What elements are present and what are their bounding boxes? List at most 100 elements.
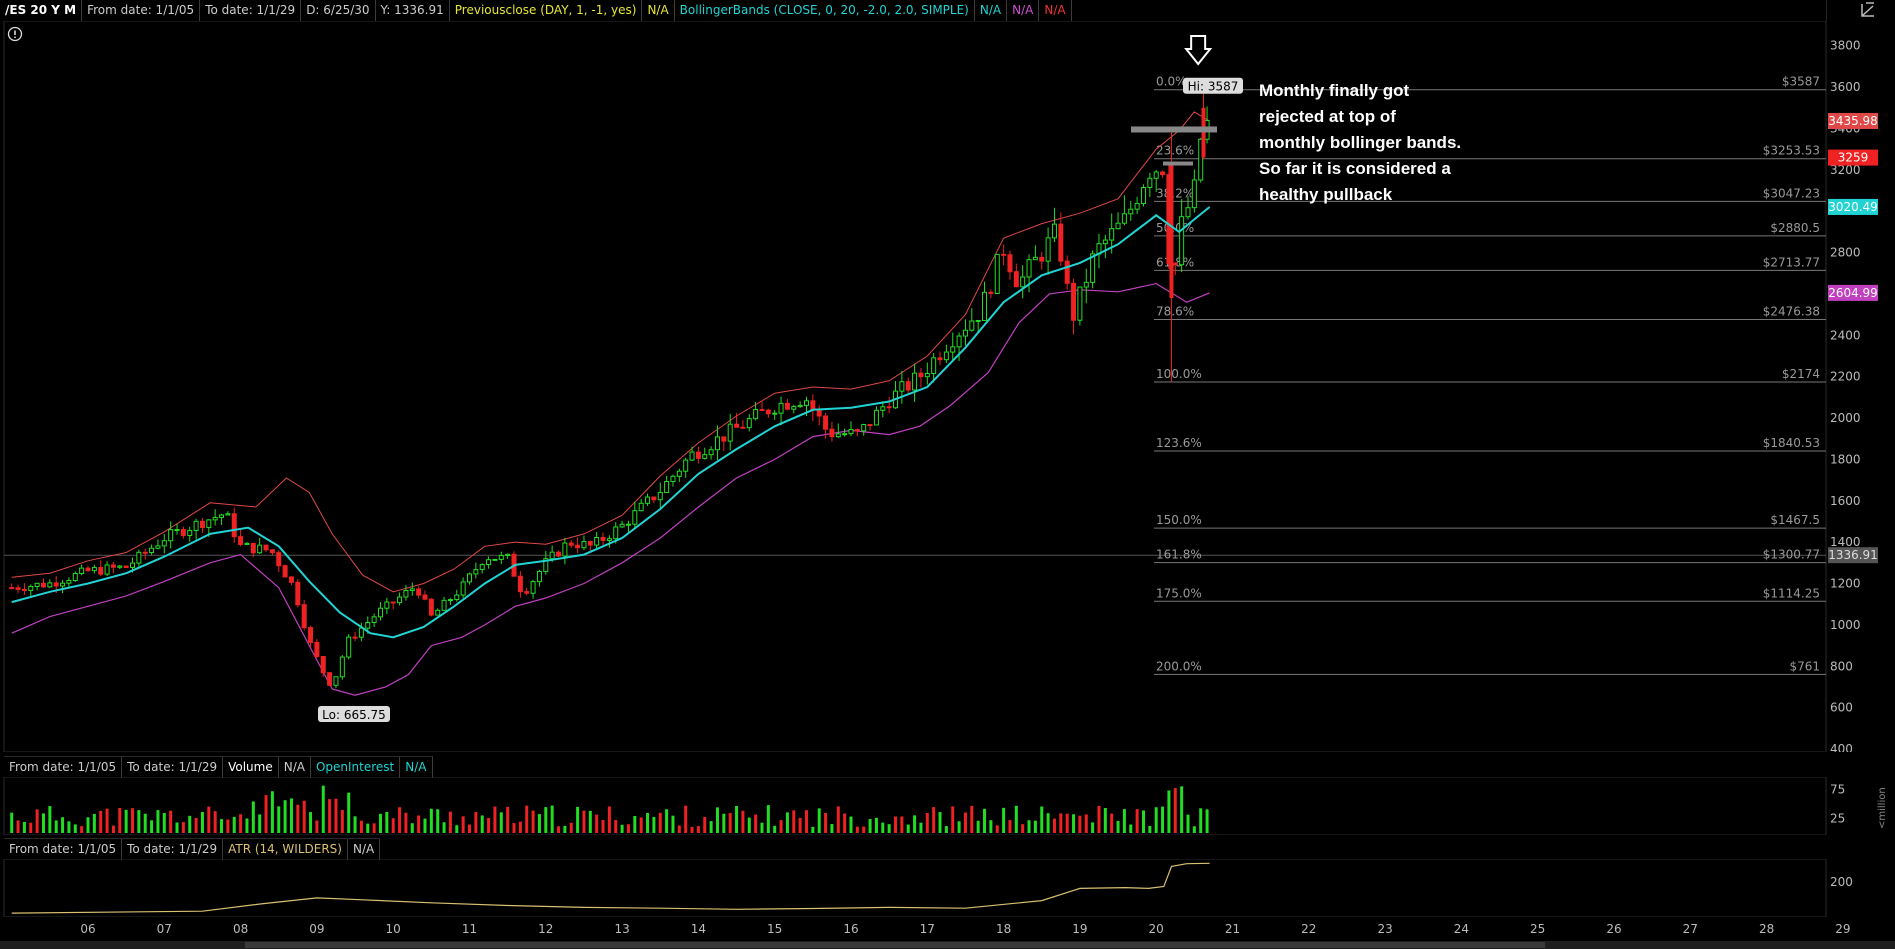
candle-body (263, 544, 269, 551)
fib-price-label: $1300.77 (1763, 548, 1820, 562)
volume-bar (1065, 813, 1069, 833)
fib-pct-label: 100.0% (1156, 367, 1202, 381)
volume-bar (779, 820, 783, 833)
volume-bar (99, 810, 103, 833)
price-tag: 3020.49 (1828, 200, 1878, 214)
candle-body (130, 562, 136, 568)
candle-body (708, 449, 714, 456)
volume-bar (983, 808, 987, 833)
x-tick-label: 28 (1759, 922, 1774, 936)
drawing-marker (1131, 126, 1217, 133)
price-chart[interactable]: 400 600 800 1000 1200 1400 1600 1800 2000 2200 240… (0, 21, 1895, 752)
y-tick-label: 600 (1830, 701, 1853, 715)
volume-bar (970, 805, 974, 833)
volume-bar (957, 821, 961, 833)
openinterest-study-label[interactable]: OpenInterest (311, 757, 401, 778)
volume-bar (124, 809, 128, 833)
candle-body (1039, 256, 1045, 262)
volume-bar (760, 822, 764, 833)
atr-study-label[interactable]: ATR (14, WILDERS) (223, 839, 348, 860)
candle-body (918, 372, 924, 378)
volume-bar (92, 813, 96, 833)
volume-to-date: To date: 1/1/29 (122, 757, 224, 778)
candle-body (53, 582, 59, 587)
candle-body (1185, 207, 1191, 218)
bollinger-value-2: N/A (1007, 0, 1040, 21)
x-tick-label: 11 (462, 922, 477, 936)
volume-bar (1059, 813, 1063, 833)
scrollbar-thumb[interactable] (245, 942, 1545, 948)
atr-plot-border (3, 859, 1827, 917)
volume-bar (1205, 809, 1209, 833)
candle-body (1007, 254, 1013, 273)
volume-bar (557, 826, 561, 833)
symbol-label[interactable]: /ES 20 Y M (0, 0, 83, 21)
volume-bar (792, 810, 796, 833)
volume-bar (836, 806, 840, 833)
volume-bar (963, 812, 967, 833)
atr-chart[interactable]: 200 (0, 859, 1895, 917)
volume-bar (41, 813, 45, 833)
prevclose-study-label[interactable]: Previousclose (DAY, 1, -1, yes) (450, 0, 643, 21)
volume-bar (868, 819, 872, 833)
volume-bar (1186, 814, 1190, 833)
candle-body (1045, 237, 1051, 262)
candle-body (575, 544, 581, 549)
volume-bar (232, 816, 236, 833)
volume-bar (938, 812, 942, 833)
candle-body (486, 559, 492, 566)
candle-body (1179, 216, 1185, 266)
candle-body (931, 357, 937, 374)
volume-bar (722, 813, 726, 833)
bollinger-study-label[interactable]: BollingerBands (CLOSE, 0, 20, -2.0, 2.0,… (675, 0, 975, 21)
volume-study-label[interactable]: Volume (223, 757, 279, 778)
candle-body (308, 627, 314, 643)
chart-settings-icon[interactable] (1826, 0, 1895, 21)
candle-body (880, 406, 886, 411)
volume-bar (353, 816, 357, 833)
candle-body (288, 576, 294, 583)
volume-bar (582, 810, 586, 833)
volume-bar (544, 807, 548, 833)
volume-bar (658, 812, 662, 833)
candle-body (390, 601, 396, 604)
volume-bar (10, 812, 14, 833)
volume-chart[interactable]: 25 75 <million (0, 777, 1895, 835)
candle-body (727, 423, 733, 442)
volume-bar (747, 817, 751, 833)
candle-body (377, 607, 383, 618)
x-tick-label: 13 (614, 922, 629, 936)
hi-label: Hi: 3587 (1188, 80, 1239, 94)
candle-body (899, 381, 905, 392)
bollinger-value-1: N/A (975, 0, 1008, 21)
volume-bar (531, 810, 535, 833)
volume-bar (200, 811, 204, 833)
x-tick-label: 26 (1606, 922, 1621, 936)
candle-body (498, 554, 504, 560)
volume-bar (741, 810, 745, 833)
candle-body (994, 253, 1000, 294)
annotation-line: Monthly finally got (1259, 81, 1410, 100)
volume-bar (601, 820, 605, 833)
candle-body (982, 291, 988, 321)
candle-body (314, 641, 320, 657)
candle-body (180, 529, 186, 536)
volume-bar (925, 813, 929, 833)
volume-bar (270, 791, 274, 833)
candle-body (536, 571, 542, 583)
candle-body (606, 538, 612, 541)
volume-bar (620, 824, 624, 833)
volume-bar (1021, 824, 1025, 833)
candle-body (1026, 259, 1032, 278)
candle-body (206, 519, 212, 529)
candle-body (689, 451, 695, 461)
x-tick-label: 21 (1225, 922, 1240, 936)
time-axis[interactable]: 06 07 08 09 10 11 12 13 14 15 16 17 18 19 20 21 22 23 24 25… (0, 918, 1895, 941)
candle-body (1140, 187, 1146, 205)
fib-price-label: $2880.5 (1770, 221, 1820, 235)
fib-price-label: $3253.53 (1763, 144, 1820, 158)
volume-bar (1135, 809, 1139, 833)
prevclose-value: N/A (642, 0, 675, 21)
volume-bar (874, 817, 878, 833)
fib-pct-label: 123.6% (1156, 436, 1202, 450)
